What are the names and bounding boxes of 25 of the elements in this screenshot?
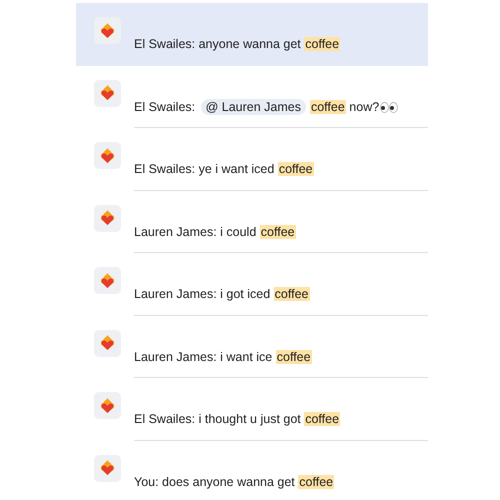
message-text: Lauren James: i want ice coffee — [134, 348, 312, 366]
heart-on-fire-icon — [100, 398, 115, 414]
message-result[interactable]: El Swailes: ye i want iced coffee — [76, 128, 428, 190]
heart-on-fire-icon — [100, 272, 115, 288]
message-text: El Swailes: ye i want iced coffee — [134, 161, 314, 178]
message-result[interactable]: You: does anyone wanna get coffee — [76, 440, 428, 500]
message-text: El Swailes: @ Lauren James coffee now? — [134, 98, 398, 116]
message-result[interactable]: El Swailes: anyone wanna get coffee — [76, 3, 428, 66]
heart-on-fire-icon — [100, 85, 115, 101]
heart-on-fire-icon — [100, 460, 115, 476]
message-result[interactable]: Lauren James: i want ice coffee — [76, 316, 428, 378]
message-text: Lauren James: i got iced coffee — [134, 286, 310, 303]
message-result[interactable]: Lauren James: i got iced coffee — [76, 253, 428, 316]
message-text: El Swailes: i thought u just got coffee — [134, 411, 340, 428]
message-text: You: does anyone wanna get coffee — [134, 474, 334, 490]
heart-on-fire-icon — [100, 148, 115, 164]
heart-on-fire-icon — [100, 210, 115, 226]
message-result[interactable]: Lauren James: i could coffee — [76, 190, 428, 253]
message-result[interactable]: El Swailes: i thought u just got coffee — [76, 378, 428, 440]
message-text: Lauren James: i could coffee — [134, 224, 296, 240]
eyes-icon — [380, 102, 398, 112]
message-result[interactable]: El Swailes: @ Lauren James coffee now? — [76, 66, 428, 128]
message-text: El Swailes: anyone wanna get coffee — [134, 36, 340, 53]
heart-on-fire-icon — [100, 335, 115, 351]
heart-on-fire-icon — [100, 22, 115, 38]
